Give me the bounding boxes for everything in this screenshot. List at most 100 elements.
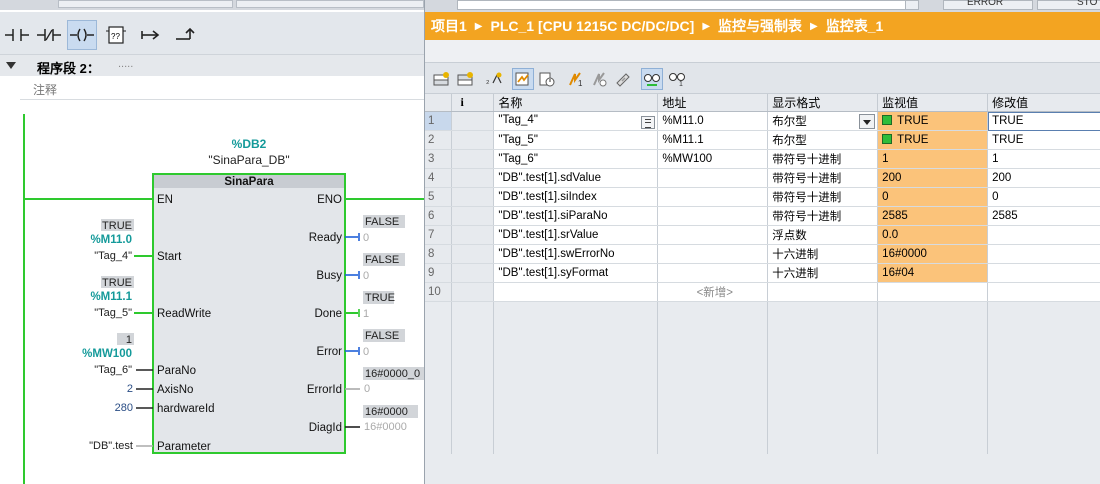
table-row[interactable]: 1 "Tag_4" %M11.0 布尔型 TRUE TRUE — [425, 111, 1100, 131]
instance-db-name[interactable]: "SinaPara_DB" — [208, 153, 289, 167]
close-branch-icon[interactable] — [170, 20, 200, 50]
row-address[interactable] — [657, 206, 769, 226]
row-modify-value[interactable]: 1 — [987, 149, 1100, 169]
readwrite-address[interactable]: %M11.1 — [90, 291, 132, 303]
trigger-icon[interactable] — [536, 68, 558, 90]
row-name-new[interactable] — [493, 282, 659, 302]
row-number[interactable]: 8 — [425, 244, 453, 264]
row-name[interactable]: "Tag_4" — [493, 111, 659, 131]
table-row[interactable]: 7 "DB".test[1].srValue 浮点数 0.0 — [425, 225, 1100, 245]
start-address[interactable]: %M11.0 — [90, 234, 132, 246]
open-branch-icon[interactable] — [136, 20, 166, 50]
ready-output[interactable]: 0 — [363, 232, 369, 244]
add-row-icon[interactable] — [455, 68, 477, 90]
diagid-output[interactable]: 16#0000 — [364, 421, 407, 433]
row-name[interactable]: "DB".test[1].sdValue — [493, 168, 659, 188]
row-address[interactable]: %M11.0 — [657, 111, 769, 131]
breadcrumb-plc[interactable]: PLC_1 [CPU 1215C DC/DC/DC] — [491, 18, 695, 34]
network-header[interactable]: 程序段 2： ..... — [0, 54, 424, 76]
table-row-new[interactable]: 10 <新增> — [425, 282, 1100, 302]
row-number[interactable]: 7 — [425, 225, 453, 245]
row-name[interactable]: "DB".test[1].srValue — [493, 225, 659, 245]
parameter-value[interactable]: "DB".test — [89, 440, 133, 452]
row-modify-value[interactable]: TRUE — [987, 111, 1100, 131]
monitor-now-icon[interactable]: 1 — [666, 68, 688, 90]
error-output[interactable]: 0 — [363, 346, 369, 358]
row-number[interactable]: 3 — [425, 149, 453, 169]
row-address[interactable] — [657, 263, 769, 283]
row-address[interactable] — [657, 225, 769, 245]
done-output[interactable]: 1 — [363, 308, 369, 320]
monitor-all-icon[interactable] — [641, 68, 663, 90]
axisno-value[interactable]: 2 — [127, 383, 133, 395]
table-row[interactable]: 4 "DB".test[1].sdValue 带符号十进制 200 200 — [425, 168, 1100, 188]
breadcrumb-project[interactable]: 项目1 — [431, 16, 467, 36]
row-format[interactable]: 布尔型 — [767, 111, 879, 131]
row-number[interactable]: 10 — [425, 282, 453, 302]
col-header-name[interactable]: 名称 — [493, 94, 659, 112]
insert-row-icon[interactable] — [431, 68, 453, 90]
table-row[interactable]: 3 "Tag_6" %MW100 带符号十进制 1 1 — [425, 149, 1100, 169]
normally-open-contact-icon[interactable] — [2, 20, 32, 50]
modify-now-icon[interactable]: 1 — [564, 68, 586, 90]
normally-closed-contact-icon[interactable] — [34, 20, 64, 50]
col-header-address[interactable]: 地址 — [657, 94, 769, 112]
row-format[interactable]: 带符号十进制 — [767, 206, 879, 226]
row-modify-value[interactable] — [987, 225, 1100, 245]
row-address[interactable]: <新增> — [657, 282, 769, 302]
row-number[interactable]: 2 — [425, 130, 453, 150]
row-number[interactable]: 5 — [425, 187, 453, 207]
empty-box-icon[interactable]: ?? — [101, 20, 131, 50]
table-row[interactable]: 9 "DB".test[1].syFormat 十六进制 16#04 — [425, 263, 1100, 283]
network-comment[interactable]: 注释 — [33, 81, 57, 98]
table-row[interactable]: 8 "DB".test[1].swErrorNo 十六进制 16#0000 — [425, 244, 1100, 264]
row-format[interactable]: 十六进制 — [767, 244, 879, 264]
row-format[interactable]: 带符号十进制 — [767, 149, 879, 169]
col-header-modify[interactable]: 修改值 — [987, 94, 1100, 112]
row-name[interactable]: "Tag_6" — [493, 149, 659, 169]
row-number[interactable]: 4 — [425, 168, 453, 188]
row-name[interactable]: "DB".test[1].syFormat — [493, 263, 659, 283]
row-format[interactable]: 浮点数 — [767, 225, 879, 245]
monitor-once-icon[interactable] — [512, 68, 534, 90]
top-dropdown[interactable] — [457, 0, 913, 10]
row-format[interactable]: 布尔型 — [767, 130, 879, 150]
chevron-down-icon[interactable] — [859, 114, 876, 129]
hardwareid-value[interactable]: 280 — [115, 402, 133, 414]
breadcrumb-watch-force[interactable]: 监控与强制表 — [718, 16, 802, 36]
row-modify-value[interactable] — [987, 244, 1100, 264]
row-address[interactable]: %M11.1 — [657, 130, 769, 150]
row-name[interactable]: "Tag_5" — [493, 130, 659, 150]
collapse-triangle-icon[interactable] — [6, 62, 16, 69]
row-name[interactable]: "DB".test[1].siParaNo — [493, 206, 659, 226]
errorid-output[interactable]: 0 — [364, 383, 370, 395]
busy-output[interactable]: 0 — [363, 270, 369, 282]
row-number[interactable]: 1 — [425, 111, 453, 131]
table-row[interactable]: 2 "Tag_5" %M11.1 布尔型 TRUE TRUE — [425, 130, 1100, 150]
row-info[interactable] — [451, 282, 495, 302]
row-format[interactable]: 十六进制 — [767, 263, 879, 283]
row-modify-value[interactable]: 2585 — [987, 206, 1100, 226]
row-modify-value[interactable]: TRUE — [987, 130, 1100, 150]
parano-tag[interactable]: "Tag_6" — [94, 364, 132, 376]
force-icon[interactable] — [612, 68, 634, 90]
row-format[interactable] — [767, 282, 879, 302]
row-modify-value[interactable] — [987, 263, 1100, 283]
row-monitor-value[interactable] — [877, 282, 989, 302]
row-format[interactable]: 带符号十进制 — [767, 187, 879, 207]
start-tag[interactable]: "Tag_4" — [94, 250, 132, 262]
row-address[interactable] — [657, 187, 769, 207]
col-header-info[interactable]: i — [451, 94, 495, 112]
col-header-format[interactable]: 显示格式 — [767, 94, 879, 112]
row-address[interactable]: %MW100 — [657, 149, 769, 169]
row-name[interactable]: "DB".test[1].siIndex — [493, 187, 659, 207]
row-number[interactable]: 6 — [425, 206, 453, 226]
row-address[interactable] — [657, 168, 769, 188]
row-address[interactable] — [657, 244, 769, 264]
row-modify-value[interactable]: 200 — [987, 168, 1100, 188]
refresh-icon[interactable]: ₂ — [483, 68, 505, 90]
coil-icon[interactable] — [67, 20, 97, 50]
row-name[interactable]: "DB".test[1].swErrorNo — [493, 244, 659, 264]
row-modify-value[interactable] — [987, 282, 1100, 302]
network-title-placeholder[interactable]: ..... — [118, 58, 133, 70]
